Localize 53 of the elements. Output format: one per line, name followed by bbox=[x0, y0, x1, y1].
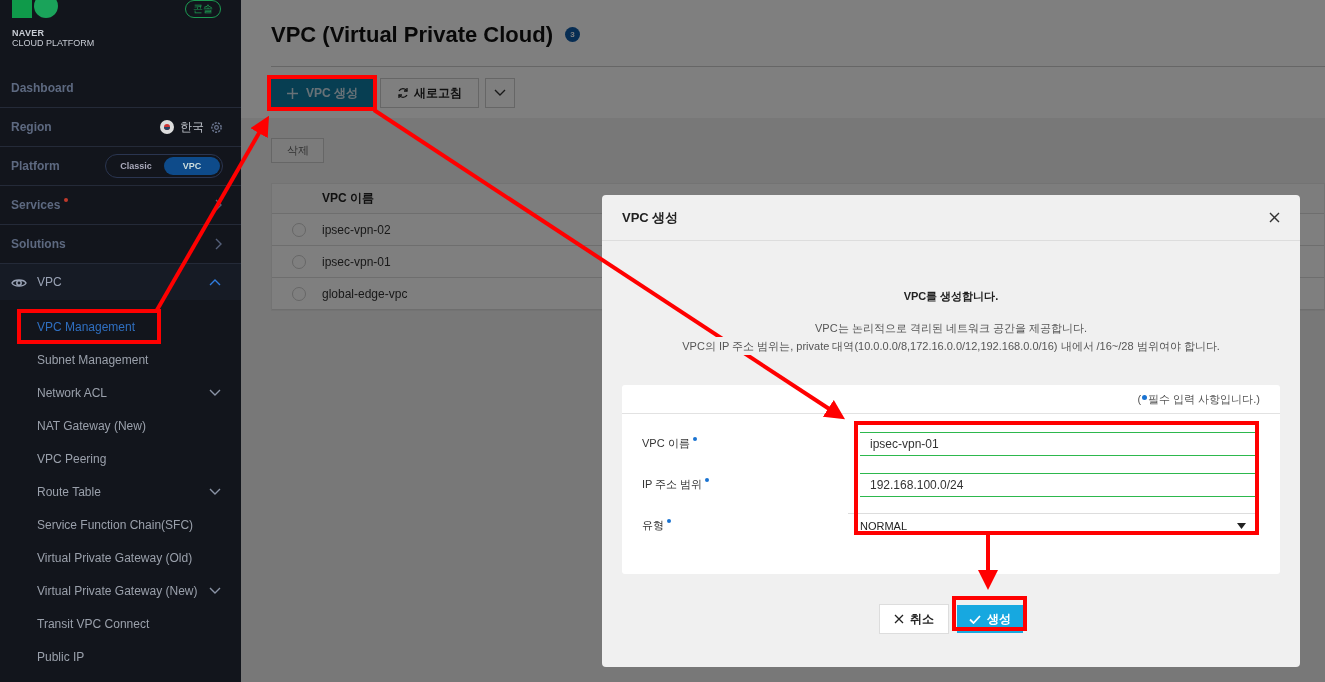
chevron-up-icon[interactable] bbox=[209, 278, 221, 286]
close-icon[interactable] bbox=[1269, 212, 1280, 223]
chevron-right-icon bbox=[215, 199, 223, 211]
refresh-icon bbox=[397, 87, 409, 99]
annotation-arrow bbox=[978, 535, 998, 590]
flag-icon bbox=[160, 120, 174, 134]
text-field[interactable]: ipsec-vpn-01 bbox=[860, 431, 1256, 456]
logo-text: NAVER bbox=[12, 28, 46, 38]
column-header: VPC 이름 bbox=[322, 190, 374, 207]
cancel-button[interactable]: 취소 bbox=[879, 604, 949, 634]
submenu-item[interactable]: Route Table bbox=[37, 484, 101, 499]
description-text: VPC의 IP 주소 범위는, private 대역(10.0.0.0/8,172.16.0.0/12,192.168.0.0/16) 내에서 /16~/28 범위여야 합니다. bbox=[682, 337, 1220, 355]
nav-label: Platform bbox=[11, 159, 60, 173]
submenu-item[interactable]: Virtual Private Gateway (Old) bbox=[37, 550, 193, 565]
close-icon bbox=[894, 614, 904, 624]
submenu-item[interactable]: Subnet Management bbox=[37, 352, 149, 367]
submenu-item[interactable]: VPC Peering bbox=[37, 451, 107, 466]
page-title: VPC (Virtual Private Cloud) bbox=[271, 21, 553, 48]
chevron-down-icon[interactable] bbox=[209, 586, 221, 595]
submenu-item[interactable]: VPC Management bbox=[37, 319, 136, 334]
dialog-heading: VPC를 생성합니다. bbox=[903, 289, 999, 304]
chevron-down-icon bbox=[494, 89, 506, 97]
field-label: VPC 이름 bbox=[642, 436, 690, 451]
select-field[interactable]: NORMAL bbox=[848, 513, 1256, 538]
submenu-item[interactable]: Virtual Private Gateway (New) bbox=[37, 583, 198, 598]
settings-icon[interactable] bbox=[210, 120, 223, 134]
text-field[interactable]: 192.168.100.0/24 bbox=[860, 472, 1256, 497]
field-label: IP 주소 범위 bbox=[642, 477, 703, 492]
table-cell: global-edge-vpc bbox=[322, 286, 408, 301]
submenu-item[interactable]: Public IP bbox=[37, 649, 85, 664]
table-cell: ipsec-vpn-02 bbox=[322, 222, 391, 237]
submenu-item[interactable]: Transit VPC Connect bbox=[37, 616, 150, 631]
nav-label: Region bbox=[11, 120, 52, 134]
submenu-item[interactable]: Network ACL bbox=[37, 385, 108, 400]
chevron-right-icon bbox=[215, 238, 223, 250]
check-icon bbox=[969, 614, 981, 624]
region-value[interactable]: 한국 bbox=[180, 118, 204, 136]
chevron-down-icon[interactable] bbox=[209, 487, 221, 496]
refresh-button[interactable]: 새로고침 bbox=[380, 78, 479, 108]
submenu-item[interactable]: Service Function Chain(SFC) bbox=[37, 517, 194, 532]
field-label: 유형 bbox=[642, 518, 664, 533]
platform-option[interactable]: VPC bbox=[164, 157, 220, 175]
section-title[interactable]: VPC bbox=[37, 275, 62, 289]
required-note: ( 필수 입력 사항입니다.) bbox=[1137, 391, 1260, 407]
logo-text: CLOUD PLATFORM bbox=[12, 38, 95, 49]
dropdown-arrow-icon bbox=[1237, 523, 1246, 529]
platform-option[interactable]: Classic bbox=[108, 157, 164, 175]
submenu-item[interactable]: NAT Gateway (New) bbox=[37, 418, 146, 433]
table-cell: ipsec-vpn-01 bbox=[322, 254, 391, 269]
chevron-down-icon[interactable] bbox=[209, 388, 221, 397]
plus-icon bbox=[287, 87, 298, 99]
dialog-title: VPC 생성 bbox=[622, 208, 679, 227]
count-badge: 3 bbox=[565, 27, 580, 42]
